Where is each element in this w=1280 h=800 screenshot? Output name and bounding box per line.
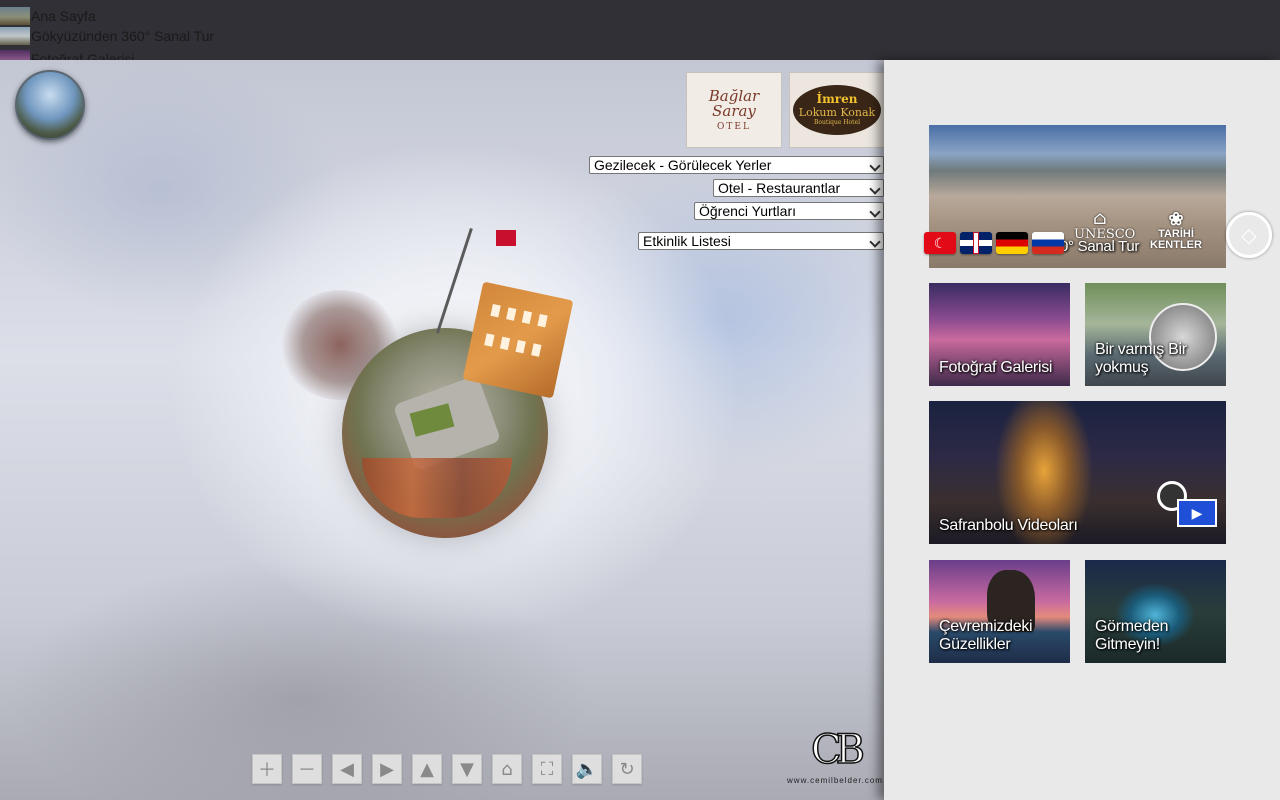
nav-item-label: Fotoğraf Galerisi: [31, 51, 135, 60]
nav-item-home[interactable]: Ana Sayfa: [0, 6, 96, 26]
nav-item-virtual-tour[interactable]: Gökyüzünden 360° Sanal Tur: [0, 26, 214, 46]
fullscreen-icon: ⛶: [540, 758, 554, 780]
pan-right-button[interactable]: ▶: [372, 754, 402, 784]
world-heritage-icon[interactable]: ◇: [1226, 212, 1272, 258]
tarihi-kentler-logo[interactable]: ❀ TARİHİ KENTLER: [1140, 210, 1212, 254]
event-list-select[interactable]: Etkinlik Listesi: [638, 232, 884, 250]
brand-mark: CB: [810, 726, 866, 774]
nav-item-label: Ana Sayfa: [31, 8, 96, 24]
card-label: Bir varmış Bir yokmuş: [1095, 341, 1187, 376]
sound-icon: 🔈: [575, 758, 599, 780]
language-flags: ☾: [924, 232, 1064, 254]
flag-english-icon[interactable]: [960, 232, 992, 254]
rotate-icon: ↻: [619, 758, 635, 780]
home-view-button[interactable]: ⌂: [492, 754, 522, 784]
must-see-card[interactable]: Görmeden Gitmeyin!: [1085, 560, 1226, 663]
zoom-out-button[interactable]: －: [292, 754, 322, 784]
unesco-temple-icon: ⌂: [1093, 208, 1107, 229]
panorama-thumbnail-button[interactable]: [15, 70, 85, 140]
flag-turkish-icon[interactable]: ☾: [924, 232, 956, 254]
nav-thumb-image: [0, 50, 30, 60]
card-label: Safranbolu Videoları: [939, 517, 1078, 534]
sponsor-baglar-saray[interactable]: Bağlar Saray OTEL: [686, 72, 782, 148]
nav-item-photo-gallery[interactable]: Fotoğraf Galerisi: [0, 49, 134, 60]
places-to-visit-select[interactable]: Gezilecek - Görülecek Yerler: [589, 156, 884, 174]
nav-thumb-image: [0, 27, 30, 45]
card-label: Fotoğraf Galerisi: [939, 359, 1053, 376]
nearby-beauties-card[interactable]: Çevremizdeki Güzellikler: [929, 560, 1070, 663]
card-label: Görmeden Gitmeyin!: [1095, 618, 1169, 653]
flagpole-image: [436, 228, 473, 334]
government-building-image: [462, 281, 574, 399]
flag-russian-icon[interactable]: [1032, 232, 1064, 254]
home-icon: ⌂: [501, 758, 513, 780]
pan-down-button[interactable]: ▼: [452, 754, 482, 784]
nav-item-label: Gökyüzünden 360° Sanal Tur: [31, 28, 215, 44]
pan-up-button[interactable]: ▲: [412, 754, 442, 784]
hotels-restaurants-select[interactable]: Otel - Restaurantlar: [713, 179, 884, 197]
brand-url: www.cemilbelder.com: [787, 776, 883, 785]
arrow-down-icon: ▼: [460, 758, 474, 780]
photo-gallery-card[interactable]: Fotoğraf Galerisi: [929, 283, 1070, 386]
sponsor-imren-lokum-konak[interactable]: İmren Lokum Konak Boutique Hotel: [789, 72, 884, 148]
safranbolu-videos-card[interactable]: ▶ Safranbolu Videoları: [929, 401, 1226, 544]
arrow-left-icon: ◀: [340, 758, 354, 780]
pan-left-button[interactable]: ◀: [332, 754, 362, 784]
flag-german-icon[interactable]: [996, 232, 1028, 254]
video-reel-icon: ▶: [1155, 481, 1219, 529]
arrow-right-icon: ▶: [380, 758, 394, 780]
unesco-logo[interactable]: ⌂ UNESCO: [1074, 208, 1135, 254]
nav-thumb-image: [0, 7, 30, 25]
once-upon-a-time-card[interactable]: Bir varmış Bir yokmuş: [1085, 283, 1226, 386]
viewer-toolbar: ＋ － ◀ ▶ ▲ ▼ ⌂ ⛶ 🔈 ↻: [252, 754, 642, 784]
side-menu-panel: 0° Sanal Tur ☾ ⌂ UNESCO ❀ TARİHİ KENTLER…: [884, 60, 1280, 800]
zoom-out-icon: －: [298, 760, 316, 781]
student-dorms-select[interactable]: Öğrenci Yurtları: [694, 202, 884, 220]
cemil-belder-logo[interactable]: CB www.cemilbelder.com: [786, 724, 884, 794]
tarihi-kentler-icon: ❀: [1168, 209, 1184, 229]
rooftops-image: [362, 458, 512, 518]
turkish-flag-image: [496, 230, 516, 246]
auto-rotate-button[interactable]: ↻: [612, 754, 642, 784]
panorama-viewer[interactable]: Bağlar Saray OTEL İmren Lokum Konak Bout…: [0, 60, 884, 800]
top-nav: Ana Sayfa Gökyüzünden 360° Sanal Tur Fot…: [0, 0, 1280, 60]
sponsor-logo-text: İmren Lokum Konak Boutique Hotel: [793, 85, 881, 135]
zoom-in-icon: ＋: [258, 760, 276, 781]
sponsor-logo-text: Bağlar Saray OTEL: [708, 86, 760, 132]
card-label: Çevremizdeki Güzellikler: [939, 618, 1033, 653]
fullscreen-button[interactable]: ⛶: [532, 754, 562, 784]
zoom-in-button[interactable]: ＋: [252, 754, 282, 784]
sound-button[interactable]: 🔈: [572, 754, 602, 784]
arrow-up-icon: ▲: [420, 758, 434, 780]
